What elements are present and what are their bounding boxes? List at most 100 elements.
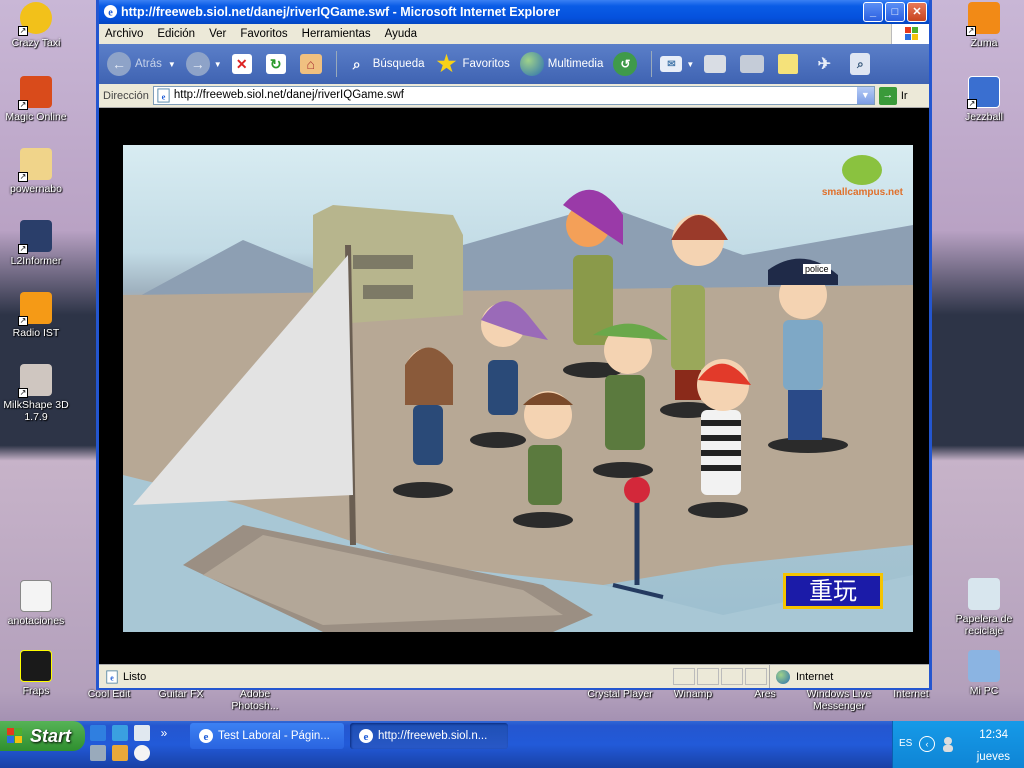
go-arrow-icon: → [878, 86, 897, 105]
history-button[interactable]: ↺ [609, 48, 645, 80]
task-label: Test Laboral - Págin... [218, 730, 330, 742]
flash-game-stage[interactable]: police smallcampus.net 重玩 [123, 145, 913, 632]
desktop-icon-adobe-photoshop[interactable]: Adobe Photosh... [220, 688, 290, 712]
desktop-icon-fraps[interactable]: Fraps [0, 650, 72, 697]
windows-logo-icon [891, 24, 929, 44]
menu-ayuda[interactable]: Ayuda [385, 28, 417, 40]
icon-label: Papelera de reciclaje [955, 613, 1013, 637]
task-test-laboral[interactable]: e Test Laboral - Págin... [190, 723, 344, 749]
note-quicklaunch-icon[interactable] [134, 725, 150, 741]
menu-herramientas[interactable]: Herramientas [302, 28, 371, 40]
address-dropdown-button[interactable]: ▼ [856, 87, 874, 104]
globe-icon [519, 52, 544, 76]
desktop-icon-recycle-bin[interactable]: Papelera de reciclaje [948, 578, 1020, 637]
user-icon[interactable] [941, 736, 955, 752]
toolbar-separator [651, 51, 653, 77]
desktop-icon-milkshape[interactable]: ↗ MilkShape 3D 1.7.9 [0, 364, 72, 423]
internet-globe-icon [776, 669, 790, 684]
fraps-quicklaunch-icon[interactable] [112, 745, 128, 761]
chevron-right-icon[interactable]: » [156, 725, 172, 741]
desktop-icon-l2informer[interactable]: ↗ L2Informer [0, 220, 72, 267]
start-button[interactable]: Start [0, 721, 85, 751]
svg-text:e: e [110, 673, 114, 682]
icon-label: Mi PC [969, 685, 999, 697]
menu-archivo[interactable]: Archivo [105, 28, 143, 40]
forward-arrow-icon: → [185, 52, 210, 76]
svg-text:e: e [204, 731, 209, 743]
icon-label: Crazy Taxi [11, 37, 61, 49]
desktop-icon-my-computer[interactable]: Mi PC [948, 650, 1020, 697]
research-button[interactable]: ⌕ [846, 48, 878, 80]
status-cells [673, 668, 767, 685]
replay-button[interactable]: 重玩 [783, 573, 883, 609]
refresh-button[interactable]: ↻ [262, 48, 294, 80]
ie-icon: e [359, 729, 373, 743]
desktop-quicklaunch-icon[interactable] [112, 725, 128, 741]
status-bar: e Listo Internet [99, 664, 929, 688]
menu-ver[interactable]: Ver [209, 28, 226, 40]
address-input[interactable]: e http://freeweb.siol.net/danej/riverIQG… [152, 86, 875, 105]
edit-button[interactable] [736, 48, 772, 80]
desktop-icon-magic-online[interactable]: ↗ Magic Online [0, 76, 72, 123]
research-icon: ⌕ [850, 53, 871, 75]
ie-icon: e [199, 729, 213, 743]
search-label: Búsqueda [372, 58, 425, 70]
milkshape-icon: ↗ [18, 364, 52, 398]
svg-text:e: e [108, 7, 113, 18]
jezzball-icon: ↗ [967, 76, 1000, 109]
back-label: Atrás [135, 58, 162, 70]
desktop-icon-messenger[interactable]: Windows Live Messenger [802, 688, 876, 712]
search-icon: ⌕ [352, 55, 361, 72]
taskbar: Start » e Test Laboral - Págin... e http… [0, 721, 1024, 768]
ie-icon: e [103, 4, 118, 18]
language-indicator[interactable]: ES [899, 738, 912, 749]
menu-edicion[interactable]: Edición [157, 28, 195, 40]
mail-button[interactable]: ✉ ▼ [656, 48, 698, 80]
desktop-icon-powernabo[interactable]: ↗ powernabo [0, 148, 72, 195]
menu-favoritos[interactable]: Favoritos [240, 28, 287, 40]
forward-button[interactable]: → ▼ [182, 48, 226, 80]
status-text: Listo [123, 670, 147, 683]
powernabo-icon: ↗ [18, 148, 52, 182]
clock-time[interactable]: 12:34 [979, 729, 1008, 741]
search-button[interactable]: ⌕ Búsqueda [341, 48, 429, 80]
desktop-icon-zuma[interactable]: ↗ Zuma [948, 2, 1020, 49]
close-button[interactable]: ✕ [907, 2, 927, 22]
star-icon: ★ [436, 51, 457, 76]
favorites-button[interactable]: ★ Favoritos [430, 48, 513, 80]
zuma-icon: ↗ [966, 2, 1000, 36]
desktop-icon-crazy-taxi[interactable]: ↗ Crazy Taxi [0, 2, 72, 49]
discuss-button[interactable] [774, 48, 806, 80]
maximize-button[interactable]: □ [885, 2, 905, 22]
address-label: Dirección [103, 89, 149, 102]
messenger-button[interactable]: ✈ [808, 48, 844, 80]
ie-quicklaunch-icon[interactable] [90, 725, 106, 741]
icon-label: L2Informer [10, 255, 62, 267]
notepad-icon [20, 580, 52, 612]
desktop-icon-radio-ist[interactable]: ↗ Radio IST [0, 292, 72, 339]
print-button[interactable] [700, 48, 734, 80]
smallcampus-logo[interactable]: smallcampus.net [822, 155, 903, 198]
tray-expand-icon[interactable]: ‹ [919, 736, 935, 752]
go-button[interactable]: → Ir [878, 86, 908, 105]
media-button[interactable]: Multimedia [516, 48, 608, 80]
stop-button[interactable]: ✕ [228, 48, 260, 80]
mail-icon: ✉ [660, 56, 683, 72]
back-button[interactable]: ← Atrás ▼ [103, 48, 180, 80]
system-tray: ES ‹ 12:34 jueves [892, 721, 1024, 768]
media-quicklaunch-icon[interactable] [134, 745, 150, 761]
smallcampus-logo-icon [842, 155, 883, 185]
icon-label: Zuma [970, 37, 998, 49]
desktop-icon-jezzball[interactable]: ↗ Jezzball [948, 76, 1020, 123]
minimize-button[interactable]: _ [863, 2, 883, 22]
police-cap-label: police [803, 264, 831, 274]
chevron-down-icon: ▼ [686, 59, 695, 69]
back-arrow-icon: ← [107, 52, 131, 76]
window-quicklaunch-icon[interactable] [90, 745, 106, 761]
task-freeweb[interactable]: e http://freeweb.siol.n... [350, 723, 508, 749]
chevron-down-icon: ▼ [213, 59, 222, 69]
icon-label: Magic Online [5, 111, 67, 123]
desktop-icon-anotaciones[interactable]: anotaciones [0, 580, 72, 627]
title-bar[interactable]: e http://freeweb.siol.net/danej/riverIQG… [99, 0, 929, 24]
home-button[interactable]: ⌂ [296, 48, 330, 80]
